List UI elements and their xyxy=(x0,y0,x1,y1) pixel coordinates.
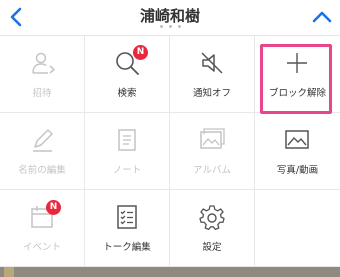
menu-item-label: イベント xyxy=(22,242,61,253)
plus-icon xyxy=(287,53,307,73)
menu-item-label: ノート xyxy=(112,165,142,176)
menu-item-label: 設定 xyxy=(202,242,222,253)
collapse-chevron-icon[interactable] xyxy=(310,6,334,28)
menu-item-invite[interactable]: 招待 xyxy=(0,36,85,113)
note-icon xyxy=(118,129,136,151)
menu-item-notifications-off[interactable]: 通知オフ xyxy=(170,36,255,113)
add-friend-icon xyxy=(32,52,56,74)
header-bar: 浦崎和樹 xyxy=(0,0,340,36)
album-icon xyxy=(200,128,225,149)
menu-item-label: ブロック解除 xyxy=(268,88,326,99)
pencil-icon xyxy=(33,129,53,152)
new-badge: N xyxy=(133,45,148,60)
page-indicator-dots xyxy=(0,25,340,28)
chat-menu-grid: 招待 N 検索 通知オフ ブロック解除 名前の編集 ノート アルバム 写真/動画… xyxy=(0,36,340,267)
menu-item-settings[interactable]: 設定 xyxy=(170,190,255,267)
menu-item-search[interactable]: N 検索 xyxy=(85,36,170,113)
chat-background-strip xyxy=(0,267,340,277)
menu-item-label: 招待 xyxy=(32,88,52,99)
menu-item-label: 検索 xyxy=(117,88,137,99)
avatar xyxy=(4,267,14,277)
menu-item-photos-videos[interactable]: 写真/動画 xyxy=(255,113,340,190)
mute-icon xyxy=(201,52,223,74)
new-badge: N xyxy=(46,200,61,215)
menu-item-album[interactable]: アルバム xyxy=(170,113,255,190)
empty-cell xyxy=(255,190,340,267)
menu-item-unblock[interactable]: ブロック解除 xyxy=(255,36,340,113)
gear-icon xyxy=(199,205,225,231)
menu-item-label: アルバム xyxy=(193,165,231,176)
menu-item-edit-chat[interactable]: トーク編集 xyxy=(85,190,170,267)
menu-item-edit-name[interactable]: 名前の編集 xyxy=(0,113,85,190)
menu-item-label: トーク編集 xyxy=(103,242,151,253)
checklist-icon xyxy=(117,205,137,229)
chat-title: 浦崎和樹 xyxy=(139,7,200,25)
menu-item-note[interactable]: ノート xyxy=(85,113,170,190)
menu-item-event[interactable]: N イベント xyxy=(0,190,85,267)
menu-item-label: 通知オフ xyxy=(192,88,231,99)
menu-item-label: 写真/動画 xyxy=(276,165,319,176)
photo-icon xyxy=(285,130,309,149)
menu-item-label: 名前の編集 xyxy=(18,165,66,176)
